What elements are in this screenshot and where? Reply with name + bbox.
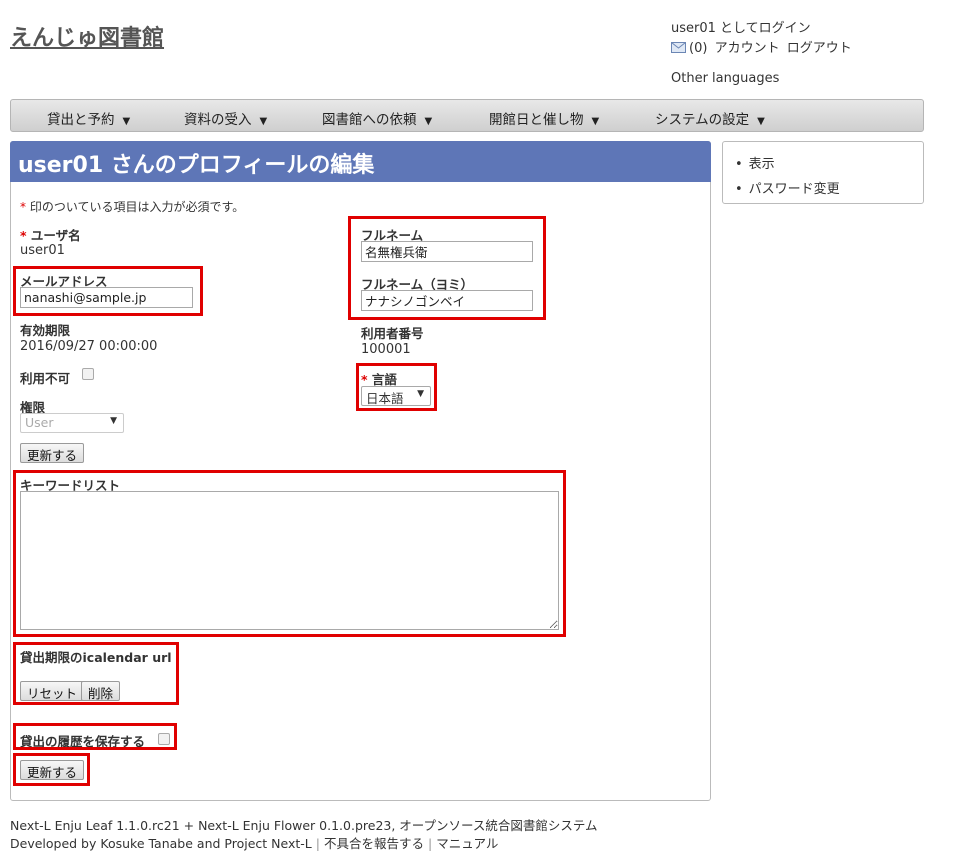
menu-label: 資料の受入 [184,112,252,128]
account-line: (0) アカウント ログアウト [671,37,852,56]
required-note-text: 印のついている項目は入力が必須です。 [29,200,245,214]
menu-system-settings[interactable]: システムの設定 ▼ [655,108,765,128]
menu-label: 開館日と催し物 [489,112,584,128]
page-title: user01 さんのプロフィールの編集 [10,141,711,182]
other-languages-link[interactable]: Other languages [671,71,779,86]
project-link[interactable]: Project Next-L [224,836,311,851]
footer-plus: + [179,818,199,833]
highlight-icalendar [13,642,179,705]
highlight-email [13,266,203,316]
sidebar-link-change-password[interactable]: パスワード変更 [749,182,840,197]
manual-link[interactable]: マニュアル [436,836,498,851]
footer-line-1: Next-L Enju Leaf 1.1.0.rc21 + Next-L Enj… [10,815,598,834]
user-number-value: 100001 [361,342,411,357]
role-select-value: User [25,415,54,430]
report-bug-link[interactable]: 不具合を報告する [324,836,424,851]
caret-down-icon: ▼ [259,116,268,127]
locked-checkbox[interactable] [82,368,94,380]
username-value: user01 [20,243,65,258]
footer-separator: | [315,836,320,851]
account-link[interactable]: アカウント [715,41,780,56]
caret-down-icon: ▼ [424,116,433,127]
footer-system-desc: , オープンソース統合図書館システム [391,818,598,833]
menu-label: 図書館への依頼 [322,112,417,128]
sidebar-panel: • 表示 • パスワード変更 [722,141,924,204]
highlight-submit [13,753,90,786]
role-select[interactable]: User ▼ [20,413,124,433]
sidebar-item-show: • 表示 [735,153,775,172]
author-link[interactable]: Kosuke Tanabe [100,836,193,851]
required-note: * 印のついている項目は入力が必須です。 [20,198,244,215]
highlight-keyword-list [13,470,566,637]
expiry-value: 2016/09/27 00:00:00 [20,339,158,354]
message-count: (0) [689,41,708,56]
enju-leaf-link[interactable]: Next-L Enju Leaf 1.1.0.rc21 [10,818,180,833]
highlight-locale [356,363,437,411]
dropdown-arrow-icon: ▼ [110,416,117,426]
footer-developed-by: Developed by [10,836,101,851]
bullet: • [735,182,743,197]
logout-link[interactable]: ログアウト [787,41,852,56]
footer-separator: | [427,836,433,851]
caret-down-icon: ▼ [122,116,131,127]
highlight-save-history [13,723,177,750]
required-mark: * [20,200,26,214]
update-button[interactable]: 更新する [20,443,85,463]
expiry-label: 有効期限 [20,323,71,338]
footer-line-2: Developed by Kosuke Tanabe and Project N… [10,833,498,852]
highlight-fullname [348,216,546,320]
footer-and: and [192,836,225,851]
required-mark: * [20,228,27,243]
bullet: • [735,157,743,172]
username-label-text: ユーザ名 [30,228,81,243]
sidebar-link-show[interactable]: 表示 [749,157,775,172]
menu-requests[interactable]: 図書館への依頼 ▼ [322,108,432,128]
enju-flower-link[interactable]: Next-L Enju Flower 0.1.0.pre23 [198,818,391,833]
username-label: * ユーザ名 [20,225,81,244]
login-status: user01 としてログイン [671,21,811,36]
main-menu-bar: 貸出と予約 ▼ 資料の受入 ▼ 図書館への依頼 ▼ 開館日と催し物 ▼ システムの設定 ▼ [10,99,924,132]
caret-down-icon: ▼ [757,116,765,127]
menu-acquisition[interactable]: 資料の受入 ▼ [184,108,267,128]
caret-down-icon: ▼ [591,116,600,127]
menu-label: 貸出と予約 [47,112,115,128]
mail-icon[interactable] [671,42,686,53]
locked-label: 利用不可 [20,371,71,386]
user-number-label: 利用者番号 [361,326,424,341]
sidebar-item-change-password: • パスワード変更 [735,178,840,197]
menu-events[interactable]: 開館日と催し物 ▼ [489,108,599,128]
menu-label: システムの設定 [655,112,750,128]
site-title-link[interactable]: えんじゅ図書館 [10,20,164,52]
menu-circulation[interactable]: 貸出と予約 ▼ [47,108,130,128]
